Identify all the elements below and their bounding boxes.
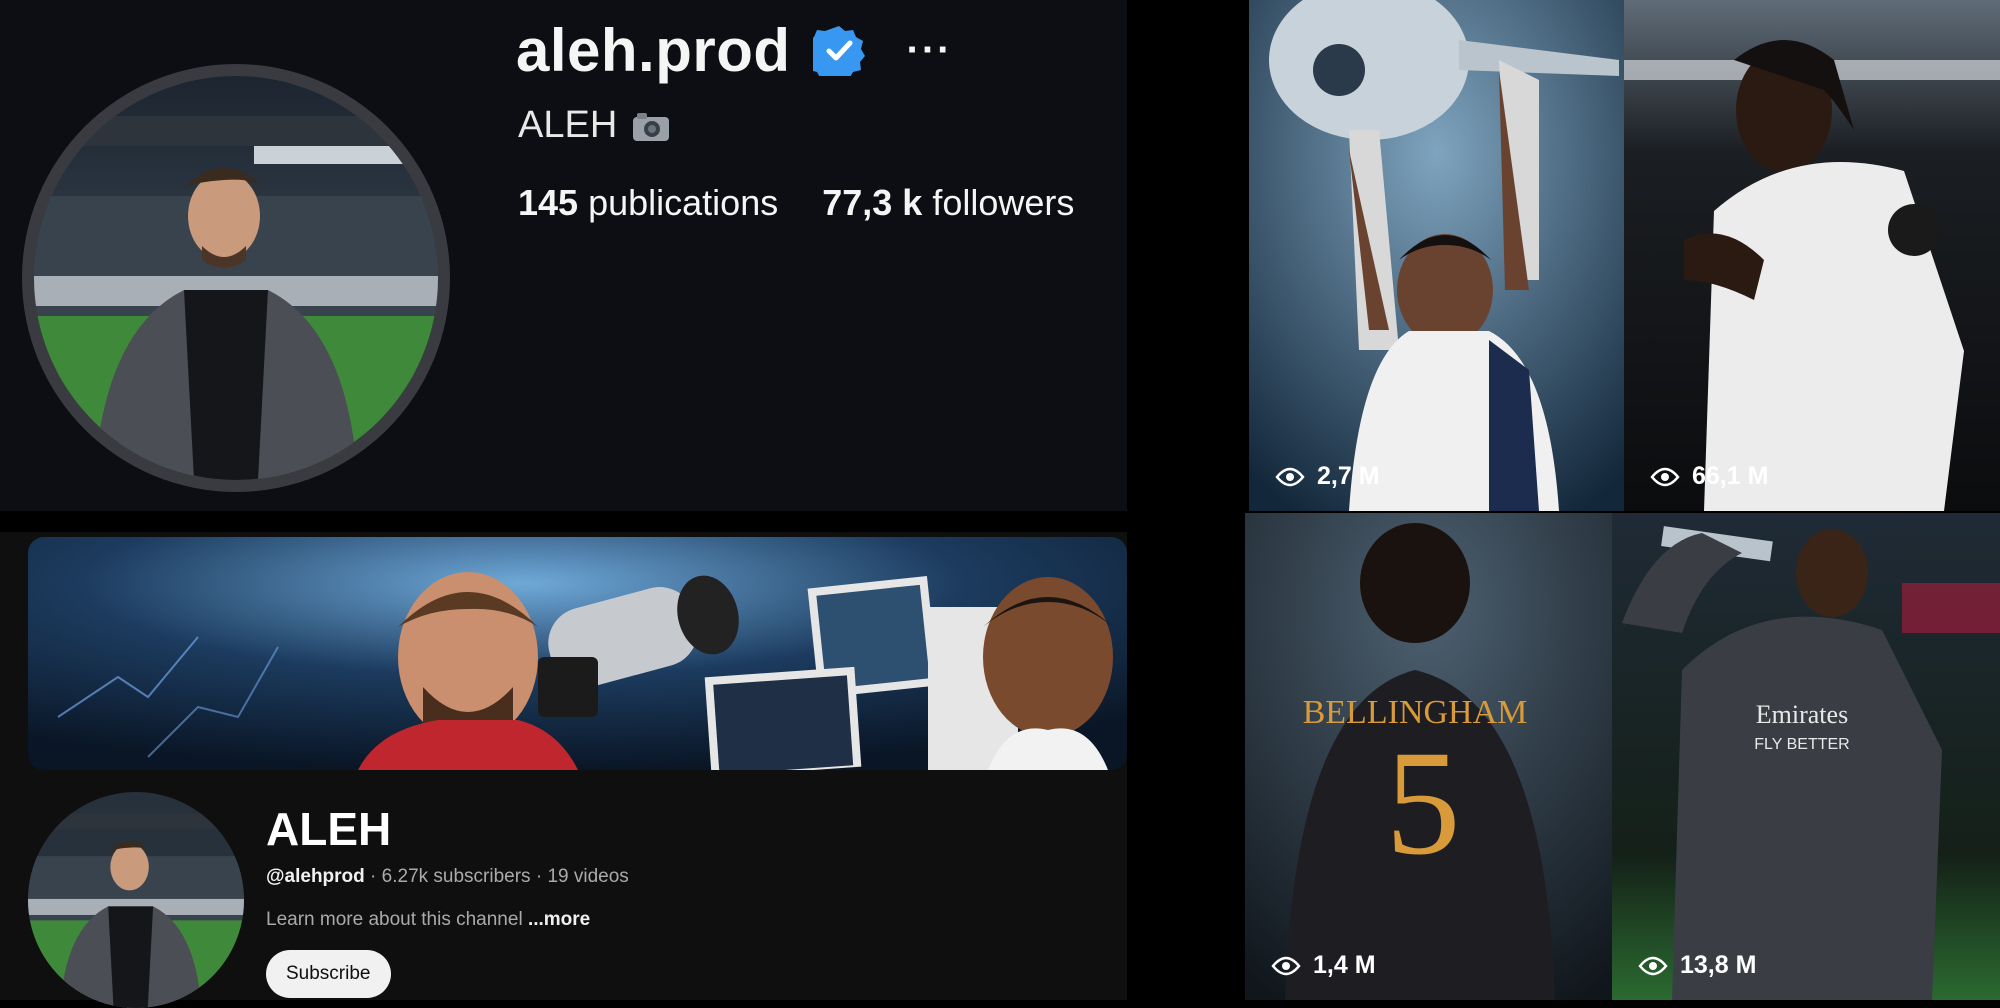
verified-badge-icon	[804, 24, 865, 82]
post-tile[interactable]: Emirates FLY BETTER 13,8 M	[1612, 513, 2000, 1000]
post-tile[interactable]: BELLINGHAM 5 1,4 M	[1245, 513, 1612, 1000]
post-views-text: 13,8 M	[1680, 951, 1757, 979]
shirt-slogan-text: FLY BETTER	[1754, 736, 1849, 753]
channel-avatar[interactable]	[28, 792, 244, 1008]
description-more-link[interactable]: ...more	[528, 909, 590, 930]
eye-icon	[1650, 467, 1680, 486]
more-options-button[interactable]: ···	[907, 28, 953, 73]
publications-count: 145	[518, 182, 579, 223]
shirt-number-text: 5	[1386, 720, 1461, 886]
meta-separator: ·	[530, 866, 548, 887]
profile-stats: 145 publications 77,3 k followers	[518, 182, 1118, 224]
youtube-channel-header: ALEH @alehprod · 6.27k subscribers · 19 …	[0, 532, 1127, 1008]
followers-stat[interactable]: 77,3 k followers	[822, 182, 1074, 224]
post-views-text: 66,1 M	[1692, 462, 1769, 490]
subscriber-count: 6.27k subscribers	[381, 866, 531, 887]
channel-avatar-photo	[28, 792, 244, 1008]
post-view-count: 13,8 M	[1638, 951, 1756, 980]
post-view-count: 2,7 M	[1275, 462, 1380, 491]
post-views-text: 2,7 M	[1317, 462, 1380, 490]
eye-icon	[1271, 956, 1301, 975]
post-image-trophy	[1249, 0, 1624, 511]
subscribe-button[interactable]: Subscribe	[266, 950, 391, 998]
instagram-profile-header: aleh.prod ··· ALEH 145 publications 77,3…	[0, 0, 1127, 511]
channel-meta: @alehprod · 6.27k subscribers · 19 video…	[266, 866, 629, 888]
video-count: 19 videos	[547, 866, 629, 887]
channel-description-text: Learn more about this channel	[266, 909, 523, 930]
followers-count: 77,3 k	[822, 182, 923, 223]
shirt-sponsor-text: Emirates	[1756, 700, 1848, 729]
profile-full-name: ALEH	[518, 104, 618, 146]
post-view-count: 1,4 M	[1271, 951, 1376, 980]
profile-username[interactable]: aleh.prod	[516, 16, 791, 85]
profile-avatar-ring	[22, 64, 450, 492]
channel-banner	[28, 537, 1127, 770]
channel-name: ALEH	[266, 803, 392, 855]
channel-handle: @alehprod	[266, 866, 365, 887]
avatar-photo	[34, 76, 438, 480]
profile-avatar[interactable]	[34, 76, 438, 480]
publications-stat[interactable]: 145 publications	[518, 182, 778, 224]
post-image-drinking: Emirates FLY BETTER	[1612, 513, 2000, 1000]
profile-full-name-row: ALEH	[518, 104, 671, 147]
publications-label: publications	[588, 182, 779, 223]
post-tile[interactable]: 2,7 M	[1249, 0, 1624, 511]
banner-artwork	[28, 537, 1127, 770]
followers-label: followers	[932, 182, 1075, 223]
post-tile[interactable]: 66,1 M	[1624, 0, 2000, 511]
eye-icon	[1275, 467, 1305, 486]
post-view-count: 66,1 M	[1650, 462, 1768, 491]
eye-icon	[1638, 956, 1668, 975]
camera-emoji-icon	[631, 109, 671, 143]
username-row: aleh.prod ···	[516, 12, 953, 88]
meta-separator: ·	[364, 866, 382, 887]
post-image-white-kit	[1624, 0, 2000, 511]
post-image-back-view: BELLINGHAM 5	[1245, 513, 1612, 1000]
channel-description: Learn more about this channel ...more	[266, 909, 590, 931]
post-views-text: 1,4 M	[1313, 951, 1376, 979]
